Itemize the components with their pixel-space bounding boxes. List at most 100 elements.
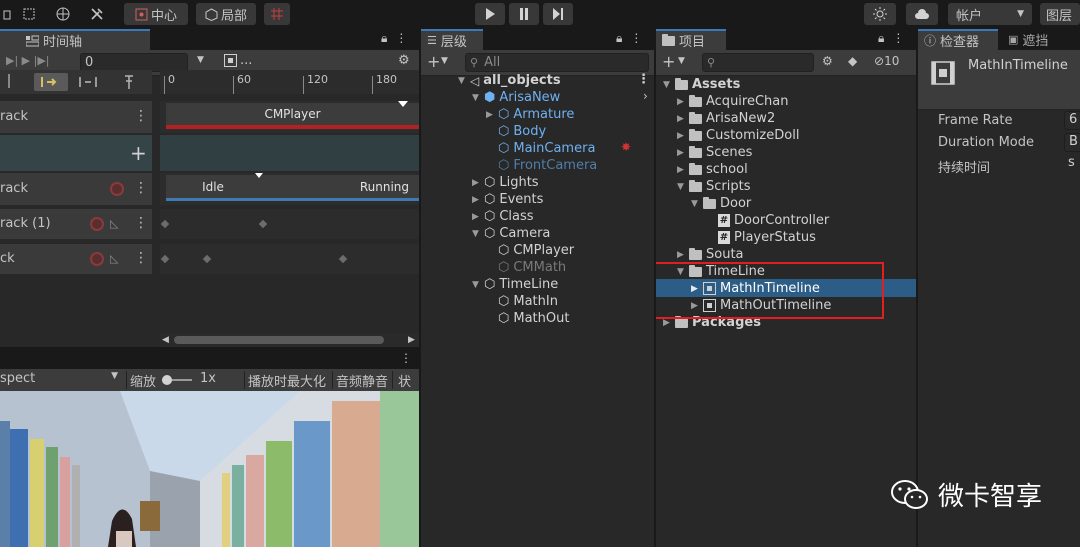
cloud-button[interactable] (906, 3, 938, 25)
tree-item[interactable]: ▶ CustomizeDoll (676, 127, 799, 144)
gear-icon[interactable]: ⚙ (398, 53, 410, 68)
account-dropdown[interactable]: 帐户 ▼ (948, 3, 1032, 25)
clip[interactable]: CMPlayer (166, 103, 419, 129)
scroll-thumb[interactable] (174, 336, 384, 344)
keyframe[interactable] (160, 219, 170, 229)
replace-mode-button[interactable] (76, 73, 100, 91)
track-menu-icon[interactable]: ⋮ (134, 250, 148, 266)
track-group[interactable]: + (0, 135, 152, 171)
menu-icon[interactable]: ⋮ (630, 31, 642, 46)
keyframe[interactable] (258, 219, 268, 229)
rect-tool-button[interactable] (18, 3, 40, 25)
services-button[interactable] (864, 3, 896, 25)
custom-tool-button[interactable] (86, 3, 108, 25)
scroll-right-icon[interactable]: ▶ (408, 335, 415, 345)
search-input[interactable]: ⚲ All (465, 53, 649, 72)
tree-item[interactable]: ▶ ArisaNew2 (676, 110, 775, 127)
tree-item[interactable]: ▶ AcquireChan (676, 93, 788, 110)
list-item[interactable]: ▶ ⬡ Lights (471, 174, 539, 191)
add-icon[interactable]: + (427, 52, 440, 71)
keyframe[interactable] (202, 254, 212, 264)
curve-icon[interactable]: ◺ (110, 252, 118, 265)
list-item[interactable]: ⬡ FrontCamera (485, 157, 597, 174)
list-item[interactable]: ⬡ CMPlayer (485, 242, 574, 259)
scale-slider[interactable] (162, 375, 192, 385)
pin-button[interactable] (120, 73, 138, 91)
add-icon[interactable]: + (662, 52, 675, 71)
transform-tool-button[interactable] (52, 3, 74, 25)
record-icon[interactable] (110, 182, 124, 196)
tree-item[interactable]: # PlayerStatus (718, 229, 816, 246)
track-row[interactable]: rack ⋮ (0, 101, 152, 133)
tab-occlusion[interactable]: ▣ 遮挡 (1002, 29, 1080, 50)
maximize-on-play-toggle[interactable]: 播放时最大化 (248, 371, 326, 390)
play-range-icon[interactable]: ▶| ▶ |▶| (6, 54, 50, 67)
step-button[interactable] (543, 3, 573, 25)
lock-icon[interactable]: 🔒︎ (381, 31, 387, 46)
list-item[interactable]: ⬡ MathIn (485, 293, 558, 310)
mute-audio-toggle[interactable]: 音频静音 (336, 371, 388, 390)
layers-dropdown[interactable]: 图层 (1040, 3, 1080, 25)
track-row[interactable]: rack (1) ◺ ⋮ (0, 209, 152, 239)
tree-item[interactable]: ▶ school (676, 161, 748, 178)
record-icon[interactable] (90, 252, 104, 266)
timeline-scrollbar[interactable]: ◀ ▶ (160, 333, 419, 347)
label-icon[interactable]: ◆ (848, 54, 857, 68)
menu-icon[interactable]: ⋮ (395, 31, 407, 46)
add-track-icon[interactable]: + (130, 141, 147, 165)
list-item[interactable]: ⬡ MathOut (485, 310, 569, 327)
list-item[interactable]: ⬡ CMMath (485, 259, 566, 276)
tree-item[interactable]: ▼ Door (690, 195, 751, 212)
filter-by-type-icon[interactable]: ⚙ (822, 54, 833, 68)
track-menu-icon[interactable]: ⋮ (134, 180, 148, 196)
pivot-toggle[interactable]: 中心 (124, 3, 188, 25)
menu-icon[interactable]: ⋮ (400, 351, 412, 365)
list-item[interactable]: ▶ ⬡ Class (471, 208, 534, 225)
grid-snap-button[interactable] (264, 3, 290, 25)
menu-icon[interactable]: ⋮ (637, 72, 650, 87)
tab-inspector[interactable]: ⓘ 检查器 (918, 29, 998, 50)
lock-icon[interactable]: 🔒︎ (878, 31, 884, 46)
tab-project[interactable]: 项目 (656, 29, 726, 50)
list-item[interactable]: ▶ ⬡ Events (471, 191, 543, 208)
tree-item[interactable]: ▶ Souta (676, 246, 743, 263)
keyframe[interactable] (160, 254, 170, 264)
scene-row[interactable]: ▼ ◁ all_objects ⋮ (457, 72, 654, 89)
record-icon[interactable] (90, 217, 104, 231)
chevron-down-icon[interactable]: ▼ (197, 55, 204, 65)
keyframe[interactable] (338, 254, 348, 264)
search-input[interactable]: ⚲ (702, 53, 814, 72)
list-item[interactable]: ⬡ MainCamera (485, 140, 595, 157)
chevron-down-icon[interactable]: ▼ (441, 56, 448, 66)
tree-item[interactable]: ▼ Assets (662, 76, 740, 93)
list-item[interactable]: ▶ ⬡ Armature (485, 106, 574, 123)
tree-item[interactable]: # DoorController (718, 212, 829, 229)
track-menu-icon[interactable]: ⋮ (134, 108, 148, 124)
ripple-mode-button[interactable] (34, 73, 68, 91)
time-ruler[interactable]: 0 60 120 180 (160, 70, 419, 94)
list-item[interactable]: ⬡ Body (485, 123, 546, 140)
tab-timeline[interactable]: 时间轴 (0, 29, 150, 50)
play-button[interactable] (475, 3, 505, 25)
curve-icon[interactable]: ◺ (110, 217, 118, 230)
slider-thumb[interactable] (162, 375, 172, 385)
clip[interactable]: Running (260, 175, 419, 201)
track-row[interactable]: ck ◺ ⋮ (0, 244, 152, 274)
clip[interactable]: Idle (166, 175, 260, 201)
hand-tool-button[interactable] (0, 3, 14, 25)
tab-hierarchy[interactable]: ☰ 层级 (421, 29, 483, 50)
tree-item[interactable]: ▼ Scripts (676, 178, 750, 195)
tree-item[interactable]: ▶ Scenes (676, 144, 752, 161)
list-item[interactable]: ▼ ⬡ Camera (471, 225, 550, 242)
track-row[interactable]: rack ⋮ (0, 173, 152, 205)
asset-selector[interactable]: ... (224, 53, 252, 68)
pause-button[interactable] (509, 3, 539, 25)
track-menu-icon[interactable]: ⋮ (134, 215, 148, 231)
duration-mode-dropdown[interactable]: B (1064, 133, 1080, 152)
scroll-left-icon[interactable]: ◀ (162, 335, 169, 345)
lock-icon[interactable]: 🔒︎ (616, 31, 622, 46)
frame-rate-input[interactable]: 6 (1064, 111, 1080, 130)
list-item[interactable]: ▼ ⬡ TimeLine (471, 276, 558, 293)
space-toggle[interactable]: 局部 (196, 3, 256, 25)
chevron-right-icon[interactable]: › (643, 89, 648, 103)
